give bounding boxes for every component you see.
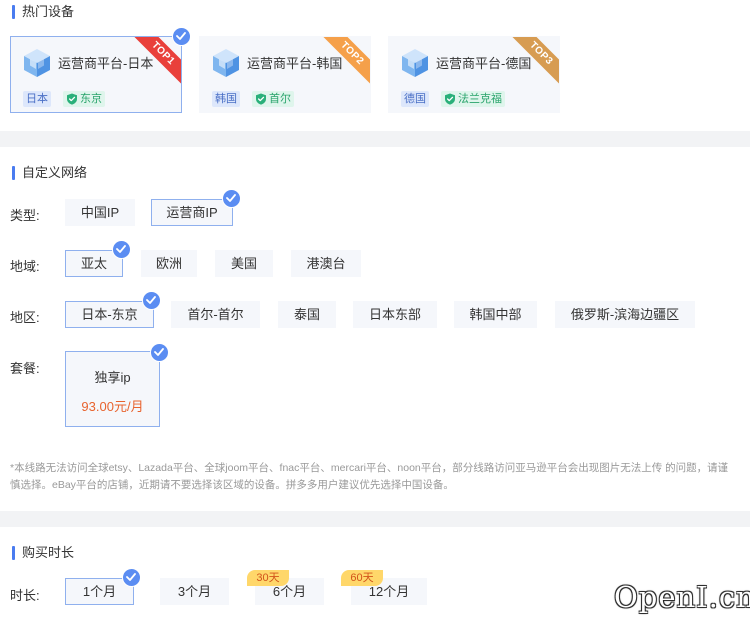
selected-check-icon: [142, 291, 161, 310]
region-option-thailand[interactable]: 泰国: [278, 301, 336, 328]
plan-label: 套餐:: [10, 361, 40, 376]
region-option-japan-tokyo[interactable]: 日本-东京: [65, 301, 154, 328]
region-option-japan-east[interactable]: 日本东部: [353, 301, 437, 328]
bonus-badge: 60天: [341, 570, 383, 586]
country-tag: 韩国: [212, 91, 240, 107]
shield-check-icon: [66, 93, 78, 105]
plan-option-dedicated-ip[interactable]: 独享ip 93.00元/月: [65, 351, 160, 427]
shield-check-icon: [255, 93, 267, 105]
city-tag: 首尔: [252, 91, 294, 107]
selected-check-icon: [122, 568, 141, 587]
bonus-badge: 30天: [247, 570, 289, 586]
city-tag: 法兰克福: [441, 91, 505, 107]
area-option-hk-macau-tw[interactable]: 港澳台: [291, 250, 361, 277]
selected-check-icon: [222, 189, 241, 208]
duration-label: 时长:: [10, 588, 40, 603]
type-label: 类型:: [10, 208, 40, 223]
country-tag: 德国: [401, 91, 429, 107]
purchase-duration-title: 购买时长: [12, 546, 74, 560]
plan-name: 独享ip: [94, 370, 131, 385]
area-label: 地域:: [10, 259, 40, 274]
cube-icon: [399, 47, 431, 79]
device-name: 运营商平台-韩国: [247, 56, 343, 71]
region-option-korea-central[interactable]: 韩国中部: [454, 301, 537, 328]
selected-check-icon: [112, 240, 131, 259]
area-option-usa[interactable]: 美国: [215, 250, 273, 277]
device-card-japan[interactable]: 运营商平台-日本 日本 东京 TOP1: [10, 36, 182, 113]
selected-check-icon: [172, 27, 191, 46]
region-option-seoul[interactable]: 首尔-首尔: [171, 301, 260, 328]
area-option-europe[interactable]: 欧洲: [141, 250, 197, 277]
device-card-korea[interactable]: 运营商平台-韩国 韩国 首尔 TOP2: [199, 36, 371, 113]
duration-option-3-months[interactable]: 3个月: [160, 578, 229, 605]
cube-icon: [21, 47, 53, 79]
notice-text: *本线路无法访问全球etsy、Lazada平台、全球joom平台、fnac平台、…: [10, 462, 729, 491]
device-card-germany[interactable]: 运营商平台-德国 德国 法兰克福 TOP3: [388, 36, 560, 113]
city-tag-label: 首尔: [269, 93, 291, 105]
shield-check-icon: [444, 93, 456, 105]
type-option-carrier-ip[interactable]: 运营商IP: [151, 199, 233, 226]
device-name: 运营商平台-日本: [58, 56, 154, 71]
device-name: 运营商平台-德国: [436, 56, 532, 71]
city-tag-label: 东京: [80, 93, 102, 105]
country-tag: 日本: [23, 91, 51, 107]
hot-devices-title: 热门设备: [12, 5, 74, 19]
city-tag-label: 法兰克福: [458, 93, 502, 105]
custom-network-title: 自定义网络: [12, 166, 87, 180]
cube-icon: [210, 47, 242, 79]
type-option-china-ip[interactable]: 中国IP: [65, 199, 135, 226]
region-label: 地区:: [10, 310, 40, 325]
region-option-russia-primorsky[interactable]: 俄罗斯-滨海边疆区: [555, 301, 695, 328]
selected-check-icon: [150, 343, 169, 362]
hot-devices-panel: 热门设备 运营商平台-日本 日本 东京 TOP1 运营商平台-韩国 韩国 首尔 …: [0, 0, 750, 131]
watermark: OpenI.cn: [614, 580, 750, 614]
plan-price: 93.00元/月: [81, 399, 144, 414]
city-tag: 东京: [63, 91, 105, 107]
